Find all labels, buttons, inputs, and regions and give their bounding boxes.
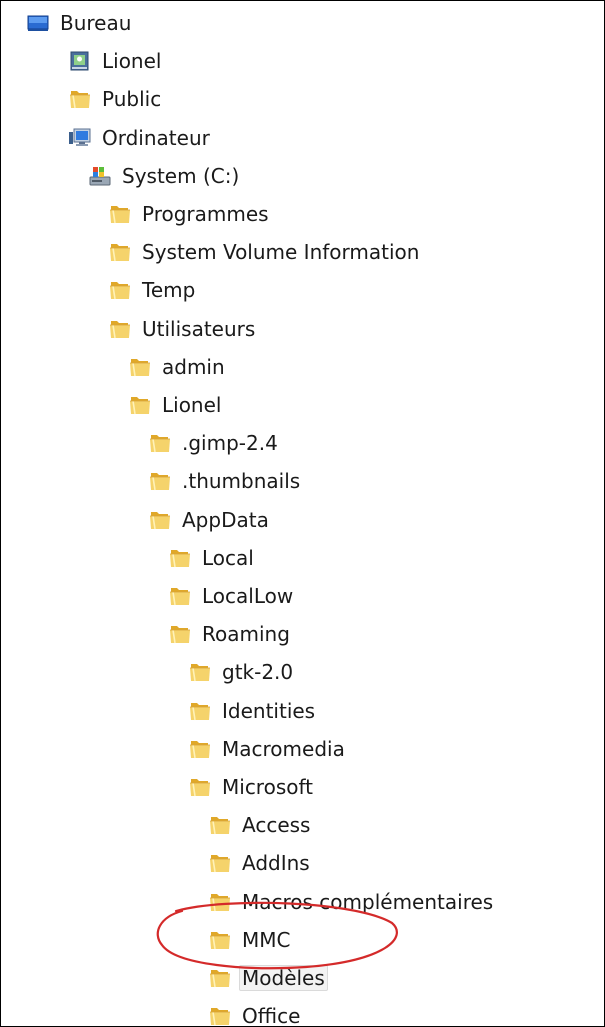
tree-item-label: Office [242, 1004, 301, 1027]
tree-item[interactable]: Utilisateurs [108, 316, 258, 342]
tree-item[interactable]: admin [128, 354, 228, 380]
tree-item[interactable]: .thumbnails [148, 468, 303, 494]
tree-item-label: Utilisateurs [142, 316, 256, 341]
folder-icon [68, 87, 92, 111]
tree-item[interactable]: Public [68, 86, 164, 112]
drive-icon [88, 164, 112, 188]
folder-icon [208, 890, 232, 914]
tree-item[interactable]: System Volume Information [108, 239, 422, 265]
tree-item-label: Lionel [162, 393, 222, 417]
tree-item[interactable]: Lionel [68, 48, 164, 74]
computer-icon [68, 126, 92, 150]
tree-item-label: Ordinateur [102, 125, 210, 150]
tree-item-label: Macromedia [222, 736, 345, 761]
tree-item-label: Local [202, 545, 254, 570]
tree-item[interactable]: AppData [148, 507, 272, 533]
tree-item[interactable]: System (C:) [88, 163, 242, 189]
folder-icon [148, 508, 172, 532]
folder-icon [148, 469, 172, 493]
tree-item[interactable]: Access [208, 812, 313, 838]
tree-item[interactable]: Bureau [26, 10, 134, 36]
tree-item-label: LocalLow [202, 584, 294, 608]
tree-item[interactable]: .gimp-2.4 [148, 430, 281, 456]
folder-icon [188, 660, 212, 684]
folder-icon [108, 202, 132, 226]
folder-icon [208, 1004, 232, 1026]
tree-item-label: gtk-2.0 [222, 660, 294, 685]
tree-item-label: Roaming [202, 622, 290, 647]
tree-item[interactable]: Programmes [108, 201, 272, 227]
folder-icon [188, 737, 212, 761]
tree-item-label: .gimp-2.4 [182, 431, 278, 456]
folder-icon [188, 775, 212, 799]
tree-item[interactable]: Roaming [168, 621, 293, 647]
folder-icon [168, 546, 192, 570]
user-folder-icon [68, 49, 92, 73]
desktop-icon [26, 11, 50, 35]
tree-item-label: Public [102, 87, 162, 112]
tree-item-label: Bureau [60, 11, 132, 35]
tree-item[interactable]: Ordinateur [68, 125, 213, 151]
tree-item-label: Lionel [102, 49, 162, 74]
folder-icon [188, 699, 212, 723]
folder-icon [168, 622, 192, 646]
tree-item-label: Identities [222, 698, 316, 723]
folder-icon [208, 966, 232, 990]
tree-item[interactable]: Local [168, 545, 257, 571]
tree-item[interactable]: Macromedia [188, 736, 348, 762]
folder-icon [168, 584, 192, 608]
folder-icon [148, 431, 172, 455]
folder-icon [208, 851, 232, 875]
tree-item-label: Programmes [142, 202, 269, 226]
tree-item-label: Microsoft [222, 775, 314, 799]
folder-icon [128, 393, 152, 417]
tree-item-label: AppData [182, 507, 269, 532]
folder-icon [108, 240, 132, 264]
tree-item-label: AddIns [242, 851, 310, 876]
tree-item-label: Access [242, 813, 311, 838]
tree-item[interactable]: LocalLow [168, 583, 296, 609]
tree-item[interactable]: MMC [208, 927, 293, 953]
tree-item[interactable]: Modèles [208, 965, 328, 991]
tree-item-label: System Volume Information [142, 240, 420, 265]
tree-item[interactable]: Lionel [128, 392, 224, 418]
tree-item[interactable]: Office [208, 1003, 303, 1027]
tree-item[interactable]: Microsoft [188, 774, 316, 800]
tree-item[interactable]: gtk-2.0 [188, 659, 296, 685]
folder-icon [208, 928, 232, 952]
folder-icon [108, 317, 132, 341]
tree-item-label: Macros complémentaires [242, 889, 494, 914]
folder-icon [128, 355, 152, 379]
folder-icon [208, 813, 232, 837]
folder-icon [108, 278, 132, 302]
tree-item-label: .thumbnails [182, 469, 301, 494]
tree-item-label: Temp [142, 278, 196, 303]
tree-item-label: System (C:) [122, 163, 240, 188]
tree-item[interactable]: Macros complémentaires [208, 889, 496, 915]
tree-item[interactable]: Temp [108, 277, 198, 303]
tree-item-label: MMC [242, 927, 291, 952]
tree-item-label: admin [162, 354, 225, 379]
tree-item-label: Modèles [239, 965, 328, 991]
tree-view-pane: Bureau Lionel Public Ordinateur System (C:) P… [0, 0, 605, 1027]
tree-item[interactable]: Identities [188, 698, 318, 724]
tree-item[interactable]: AddIns [208, 850, 313, 876]
